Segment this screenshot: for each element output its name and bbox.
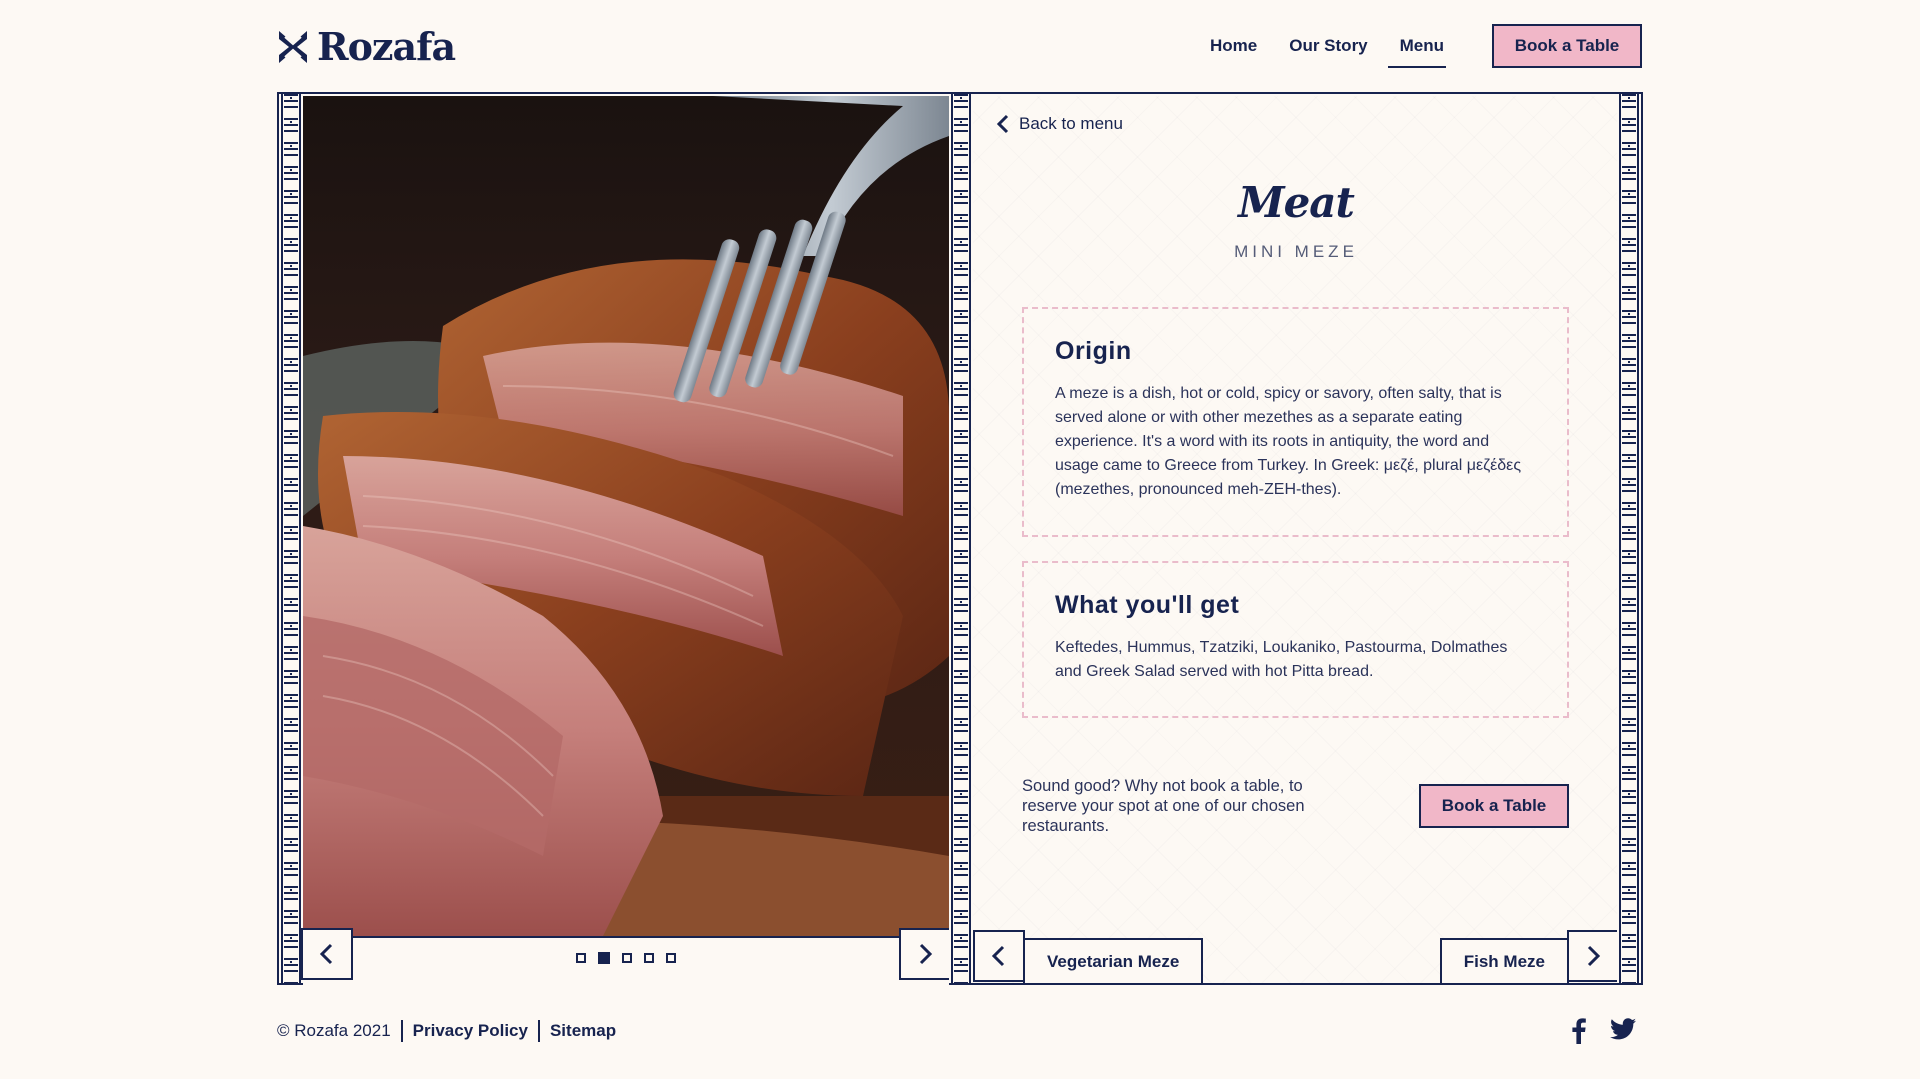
meander-border-middle [949, 94, 973, 983]
gallery-next-button[interactable] [899, 928, 951, 980]
gallery-dot[interactable] [644, 953, 654, 963]
back-label: Back to menu [1019, 114, 1123, 133]
dish-photo [303, 96, 949, 936]
nav-home[interactable]: Home [1210, 34, 1257, 58]
gallery-prev-button[interactable] [301, 928, 353, 980]
origin-heading: Origin [1055, 337, 1132, 365]
chevron-right-icon [919, 943, 933, 965]
next-dish-label[interactable]: Fish Meze [1439, 938, 1569, 983]
meat-image [303, 96, 949, 936]
dish-details: Back to menu Meat MINI MEZE Origin A mez… [973, 96, 1619, 983]
back-to-menu-link[interactable]: Back to menu [997, 114, 1123, 134]
brand-name: Rozafa [317, 24, 456, 69]
chevron-left-icon [319, 943, 333, 965]
chevron-left-icon [997, 114, 1009, 134]
gallery-dot-active[interactable] [598, 952, 610, 964]
dish-title: Meat [1238, 178, 1355, 227]
gallery-dot[interactable] [622, 953, 632, 963]
included-heading: What you'll get [1055, 591, 1240, 619]
gallery-dot[interactable] [666, 953, 676, 963]
gallery-dot[interactable] [576, 953, 586, 963]
chevron-left-icon [991, 945, 1005, 967]
prev-dish-label[interactable]: Vegetarian Meze [1023, 938, 1204, 983]
privacy-policy-link[interactable]: Privacy Policy [413, 1021, 528, 1041]
meander-border-right [1617, 94, 1641, 983]
origin-card: Origin A meze is a dish, hot or cold, sp… [1022, 307, 1569, 537]
cta-text: Sound good? Why not book a table, to res… [1022, 777, 1305, 835]
gallery-controls [301, 928, 951, 985]
included-text: Keftedes, Hummus, Tzatziki, Loukaniko, P… [1055, 639, 1508, 680]
copyright: © Rozafa 2021 [277, 1021, 391, 1040]
logo-icon [279, 31, 307, 63]
dish-pager: Vegetarian Meze Fish Meze [973, 930, 1619, 983]
social-links [1572, 1018, 1636, 1044]
origin-text: A meze is a dish, hot or cold, spicy or … [1055, 385, 1522, 498]
nav-our-story[interactable]: Our Story [1289, 34, 1367, 58]
footer: © Rozafa 2021 Privacy Policy Sitemap [277, 1020, 616, 1042]
prev-dish-button[interactable] [973, 930, 1025, 982]
dish-subtitle: MINI MEZE [1234, 242, 1358, 261]
twitter-icon[interactable] [1610, 1018, 1636, 1040]
header-book-button[interactable]: Book a Table [1492, 24, 1642, 68]
chevron-right-icon [1587, 945, 1601, 967]
gallery-dots [576, 952, 676, 964]
footer-divider [537, 1020, 540, 1042]
meander-border-left [279, 94, 303, 983]
dish-frame: Back to menu Meat MINI MEZE Origin A mez… [277, 92, 1643, 985]
included-card: What you'll get Keftedes, Hummus, Tzatzi… [1022, 561, 1569, 718]
next-dish-button[interactable] [1567, 930, 1619, 982]
main-nav: Home Our Story Menu [1210, 0, 1476, 92]
brand-logo[interactable]: Rozafa [277, 24, 456, 70]
cta-book-button[interactable]: Book a Table [1419, 784, 1569, 828]
facebook-icon[interactable] [1572, 1018, 1586, 1044]
footer-divider [400, 1020, 403, 1042]
sitemap-link[interactable]: Sitemap [550, 1021, 616, 1041]
nav-menu[interactable]: Menu [1387, 34, 1447, 68]
